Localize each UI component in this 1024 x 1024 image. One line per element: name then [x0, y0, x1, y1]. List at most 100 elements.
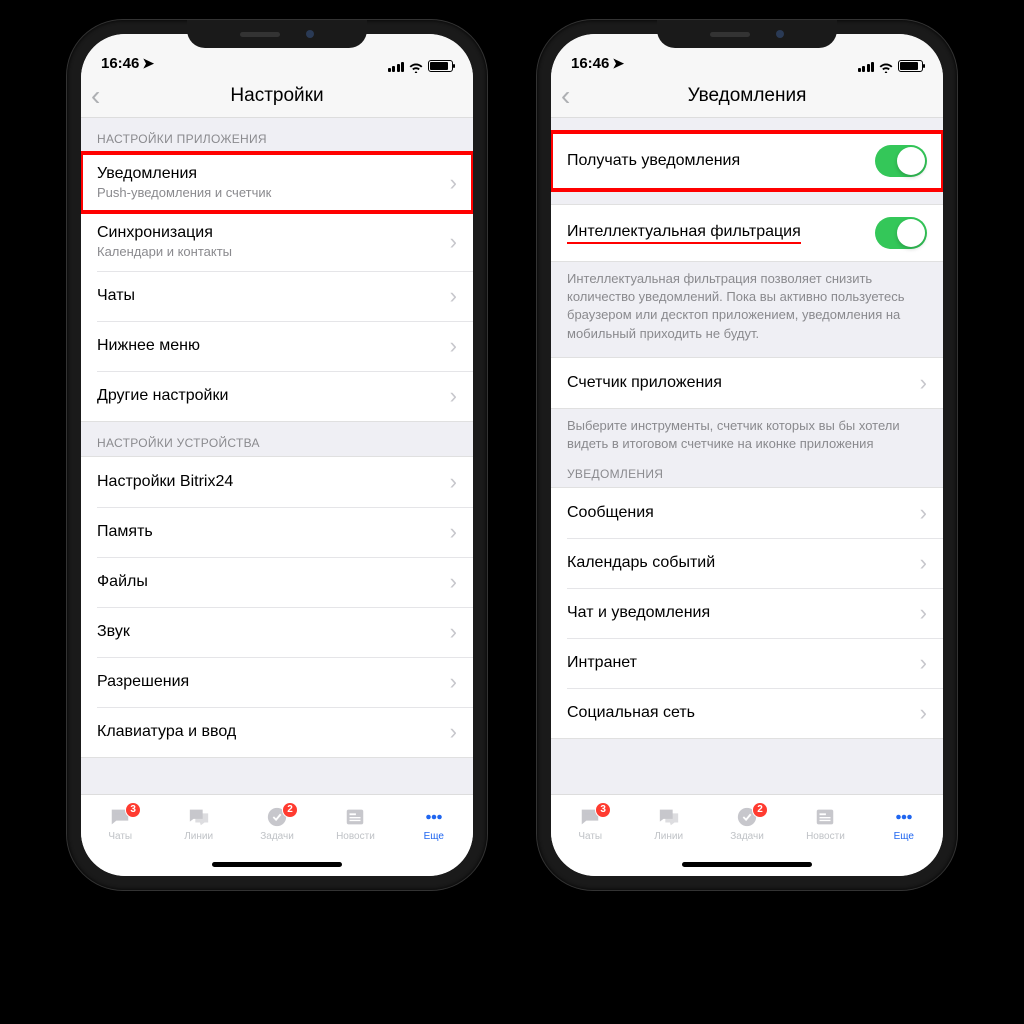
row-messages[interactable]: Сообщения ›: [551, 488, 943, 538]
row-sync-sub: Календари и контакты: [97, 244, 444, 259]
tab-more[interactable]: Еще: [395, 795, 473, 852]
tab-label: Еще: [894, 831, 914, 842]
status-time: 16:46➤: [571, 55, 624, 72]
row-chat-notif-label: Чат и уведомления: [567, 604, 914, 622]
tab-label: Чаты: [108, 831, 132, 842]
location-icon: ➤: [142, 55, 154, 72]
news-icon: [342, 806, 368, 828]
chevron-right-icon: ›: [450, 333, 457, 359]
tab-lines[interactable]: Линии: [629, 795, 707, 852]
section-notifications: УВЕДОМЛЕНИЯ: [551, 467, 943, 487]
more-icon: [891, 806, 917, 828]
row-app-counter[interactable]: Счетчик приложения ›: [551, 358, 943, 408]
status-right: [388, 60, 454, 72]
row-smart-filter[interactable]: Интеллектуальная фильтрация: [551, 205, 943, 261]
chevron-right-icon: ›: [920, 550, 927, 576]
row-chat-notif[interactable]: Чат и уведомления ›: [551, 588, 943, 638]
battery-icon: [898, 60, 923, 72]
row-other[interactable]: Другие настройки ›: [81, 371, 473, 421]
row-social-label: Социальная сеть: [567, 704, 914, 722]
status-time: 16:46➤: [101, 55, 154, 72]
tab-chats[interactable]: 3 Чаты: [81, 795, 159, 852]
row-calendar[interactable]: Календарь событий ›: [551, 538, 943, 588]
note-filter: Интеллектуальная фильтрация позволяет сн…: [551, 262, 943, 357]
row-notifications[interactable]: Уведомления Push-уведомления и счетчик ›: [81, 153, 473, 212]
home-indicator[interactable]: [551, 852, 943, 876]
row-notifications-sub: Push-уведомления и счетчик: [97, 185, 444, 200]
row-receive-notifications[interactable]: Получать уведомления: [551, 133, 943, 189]
page-title: Уведомления: [688, 85, 807, 107]
note-counter: Выберите инструменты, счетчик которых вы…: [551, 409, 943, 467]
chevron-right-icon: ›: [920, 600, 927, 626]
group-filter: Интеллектуальная фильтрация: [551, 204, 943, 262]
signal-icon: [388, 61, 405, 72]
back-button[interactable]: ‹: [91, 80, 100, 112]
chevron-right-icon: ›: [450, 569, 457, 595]
toggle-receive[interactable]: [875, 145, 927, 177]
row-keyboard[interactable]: Клавиатура и ввод ›: [81, 707, 473, 757]
battery-icon: [428, 60, 453, 72]
chevron-right-icon: ›: [450, 719, 457, 745]
tab-more[interactable]: Еще: [865, 795, 943, 852]
notifications-list[interactable]: Получать уведомления Интеллектуальная фи…: [551, 118, 943, 794]
tab-lines[interactable]: Линии: [159, 795, 237, 852]
more-icon: [421, 806, 447, 828]
wifi-icon: [878, 60, 894, 72]
home-indicator[interactable]: [81, 852, 473, 876]
group-notif-types: Сообщения › Календарь событий › Чат и ув…: [551, 487, 943, 739]
lines-icon: [186, 806, 212, 828]
tab-news[interactable]: Новости: [316, 795, 394, 852]
tab-bar: 3 Чаты Линии 2 Задачи: [81, 794, 473, 852]
nav-bar: ‹ Настройки: [81, 74, 473, 118]
phone-right: 16:46➤ ‹ Уведомления Получать уведомлени…: [537, 20, 957, 890]
row-messages-label: Сообщения: [567, 504, 914, 522]
row-memory[interactable]: Память ›: [81, 507, 473, 557]
back-button[interactable]: ‹: [561, 80, 570, 112]
row-intranet[interactable]: Интранет ›: [551, 638, 943, 688]
tab-label: Линии: [184, 831, 213, 842]
page-title: Настройки: [230, 85, 323, 107]
badge: 3: [125, 802, 141, 818]
row-other-label: Другие настройки: [97, 387, 444, 405]
row-bitrix[interactable]: Настройки Bitrix24 ›: [81, 457, 473, 507]
chevron-right-icon: ›: [450, 283, 457, 309]
chat-icon: 3: [577, 806, 603, 828]
tab-label: Чаты: [578, 831, 602, 842]
row-receive-label: Получать уведомления: [567, 152, 875, 170]
tab-tasks[interactable]: 2 Задачи: [708, 795, 786, 852]
row-bottom-menu[interactable]: Нижнее меню ›: [81, 321, 473, 371]
row-files-label: Файлы: [97, 573, 444, 591]
signal-icon: [858, 61, 875, 72]
row-sync[interactable]: Синхронизация Календари и контакты ›: [81, 212, 473, 271]
row-notifications-label: Уведомления: [97, 165, 444, 183]
chevron-right-icon: ›: [920, 500, 927, 526]
row-sync-label: Синхронизация: [97, 224, 444, 242]
badge: 3: [595, 802, 611, 818]
tab-news[interactable]: Новости: [786, 795, 864, 852]
row-bitrix-label: Настройки Bitrix24: [97, 473, 444, 491]
chevron-right-icon: ›: [450, 383, 457, 409]
group-device: Настройки Bitrix24 › Память › Файлы › Зв…: [81, 456, 473, 758]
row-permissions[interactable]: Разрешения ›: [81, 657, 473, 707]
tab-chats[interactable]: 3 Чаты: [551, 795, 629, 852]
location-icon: ➤: [612, 55, 624, 72]
chevron-right-icon: ›: [920, 650, 927, 676]
row-files[interactable]: Файлы ›: [81, 557, 473, 607]
settings-list[interactable]: НАСТРОЙКИ ПРИЛОЖЕНИЯ Уведомления Push-ув…: [81, 118, 473, 794]
tab-label: Линии: [654, 831, 683, 842]
tab-label: Новости: [806, 831, 845, 842]
toggle-filter[interactable]: [875, 217, 927, 249]
row-social[interactable]: Социальная сеть ›: [551, 688, 943, 738]
tasks-icon: 2: [734, 806, 760, 828]
chevron-right-icon: ›: [450, 229, 457, 255]
group-receive: Получать уведомления: [551, 132, 943, 190]
tasks-icon: 2: [264, 806, 290, 828]
row-chats[interactable]: Чаты ›: [81, 271, 473, 321]
section-device-settings: НАСТРОЙКИ УСТРОЙСТВА: [81, 422, 473, 456]
row-chats-label: Чаты: [97, 287, 444, 305]
tab-tasks[interactable]: 2 Задачи: [238, 795, 316, 852]
row-sound[interactable]: Звук ›: [81, 607, 473, 657]
row-calendar-label: Календарь событий: [567, 554, 914, 572]
group-counter: Счетчик приложения ›: [551, 357, 943, 409]
status-right: [858, 60, 924, 72]
